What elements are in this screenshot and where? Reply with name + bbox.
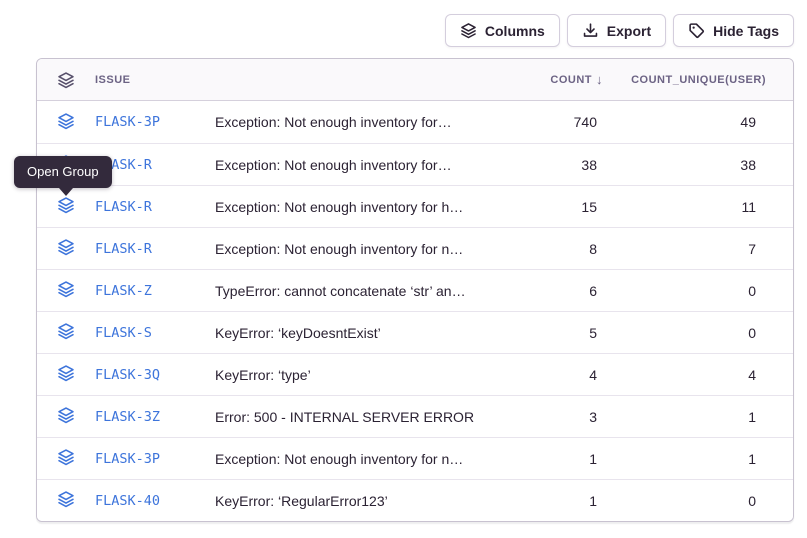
- issue-title: Exception: Not enough inventory for h…: [215, 199, 503, 215]
- stack-icon: [57, 280, 75, 301]
- count-value: 740: [503, 114, 608, 130]
- issue-title: TypeError: cannot concatenate ‘str’ an…: [215, 283, 503, 299]
- issue-title: Exception: Not enough inventory for…: [215, 157, 503, 173]
- open-group-button[interactable]: [57, 280, 75, 301]
- issue-title: Exception: Not enough inventory for…: [215, 114, 503, 130]
- table-body: FLASK-3P Exception: Not enough inventory…: [37, 101, 793, 521]
- open-group-button[interactable]: [57, 364, 75, 385]
- count-value: 38: [503, 157, 608, 173]
- open-group-button[interactable]: [57, 406, 75, 427]
- count-unique-value: 49: [608, 114, 793, 130]
- count-unique-value: 0: [608, 325, 793, 341]
- stack-icon: [37, 71, 95, 89]
- open-group-button[interactable]: [57, 322, 75, 343]
- open-group-button[interactable]: [57, 490, 75, 511]
- stack-icon: [57, 364, 75, 385]
- open-group-button[interactable]: [57, 196, 75, 217]
- issue-link[interactable]: FLASK-3Z: [95, 409, 215, 425]
- table-header: ISSUE COUNT ↓ COUNT_UNIQUE(USER): [37, 59, 793, 101]
- count-unique-value: 1: [608, 451, 793, 467]
- count-value: 4: [503, 367, 608, 383]
- open-group-tooltip: Open Group: [14, 156, 112, 188]
- table-row: FLASK-3P Exception: Not enough inventory…: [37, 437, 793, 479]
- column-header-count-unique[interactable]: COUNT_UNIQUE(USER): [608, 74, 793, 86]
- columns-button[interactable]: Columns: [445, 14, 560, 47]
- count-unique-value: 7: [608, 241, 793, 257]
- table-row: FLASK-R Exception: Not enough inventory …: [37, 227, 793, 269]
- open-group-button[interactable]: [57, 448, 75, 469]
- export-button[interactable]: Export: [567, 14, 666, 47]
- stack-icon: [57, 448, 75, 469]
- issue-link[interactable]: FLASK-R: [95, 241, 215, 257]
- column-header-count[interactable]: COUNT ↓: [503, 72, 608, 87]
- stack-icon: [57, 322, 75, 343]
- open-group-button[interactable]: [57, 112, 75, 133]
- stack-icon: [57, 238, 75, 259]
- stack-icon: [57, 490, 75, 511]
- count-value: 3: [503, 409, 608, 425]
- issue-link[interactable]: FLASK-R: [95, 157, 215, 173]
- issue-title: Exception: Not enough inventory for n…: [215, 451, 503, 467]
- issues-table: ISSUE COUNT ↓ COUNT_UNIQUE(USER) FLASK-3…: [36, 58, 794, 522]
- hide-tags-button[interactable]: Hide Tags: [673, 14, 794, 47]
- stack-icon: [57, 196, 75, 217]
- sort-descending-icon: ↓: [596, 72, 603, 87]
- tag-icon: [688, 22, 705, 39]
- table-row: FLASK-Z TypeError: cannot concatenate ‘s…: [37, 269, 793, 311]
- count-unique-value: 11: [608, 199, 793, 215]
- count-value: 1: [503, 451, 608, 467]
- issue-link[interactable]: FLASK-3P: [95, 114, 215, 130]
- issue-title: KeyError: ‘type’: [215, 367, 503, 383]
- issue-link[interactable]: FLASK-3P: [95, 451, 215, 467]
- column-header-issue[interactable]: ISSUE: [95, 74, 215, 86]
- table-row: FLASK-S KeyError: ‘keyDoesntExist’ 5 0: [37, 311, 793, 353]
- export-button-label: Export: [607, 23, 651, 39]
- table-row: FLASK-R Exception: Not enough inventory …: [37, 143, 793, 185]
- issue-title: Exception: Not enough inventory for n…: [215, 241, 503, 257]
- hide-tags-button-label: Hide Tags: [713, 23, 779, 39]
- issue-link[interactable]: FLASK-S: [95, 325, 215, 341]
- stack-icon: [57, 406, 75, 427]
- table-row: FLASK-3P Exception: Not enough inventory…: [37, 101, 793, 143]
- count-value: 5: [503, 325, 608, 341]
- count-unique-value: 0: [608, 283, 793, 299]
- toolbar: Columns Export Hide Tags: [445, 14, 794, 47]
- count-value: 15: [503, 199, 608, 215]
- count-unique-value: 0: [608, 493, 793, 509]
- columns-button-label: Columns: [485, 23, 545, 39]
- issue-title: KeyError: ‘RegularError123’: [215, 493, 503, 509]
- issue-link[interactable]: FLASK-Z: [95, 283, 215, 299]
- count-unique-value: 4: [608, 367, 793, 383]
- table-row: FLASK-R Exception: Not enough inventory …: [37, 185, 793, 227]
- table-row: FLASK-3Q KeyError: ‘type’ 4 4: [37, 353, 793, 395]
- open-group-button[interactable]: [57, 238, 75, 259]
- tooltip-caret: [59, 188, 73, 196]
- issue-link[interactable]: FLASK-40: [95, 493, 215, 509]
- count-unique-value: 1: [608, 409, 793, 425]
- count-header-label: COUNT: [550, 74, 592, 86]
- count-value: 6: [503, 283, 608, 299]
- issue-link[interactable]: FLASK-R: [95, 199, 215, 215]
- tooltip-text: Open Group: [27, 164, 99, 179]
- count-unique-value: 38: [608, 157, 793, 173]
- download-icon: [582, 22, 599, 39]
- stack-icon: [57, 112, 75, 133]
- table-row: FLASK-40 KeyError: ‘RegularError123’ 1 0: [37, 479, 793, 521]
- issue-link[interactable]: FLASK-3Q: [95, 367, 215, 383]
- count-value: 1: [503, 493, 608, 509]
- stack-icon: [460, 22, 477, 39]
- table-row: FLASK-3Z Error: 500 - INTERNAL SERVER ER…: [37, 395, 793, 437]
- issue-title: Error: 500 - INTERNAL SERVER ERROR: [215, 409, 503, 425]
- issue-title: KeyError: ‘keyDoesntExist’: [215, 325, 503, 341]
- count-value: 8: [503, 241, 608, 257]
